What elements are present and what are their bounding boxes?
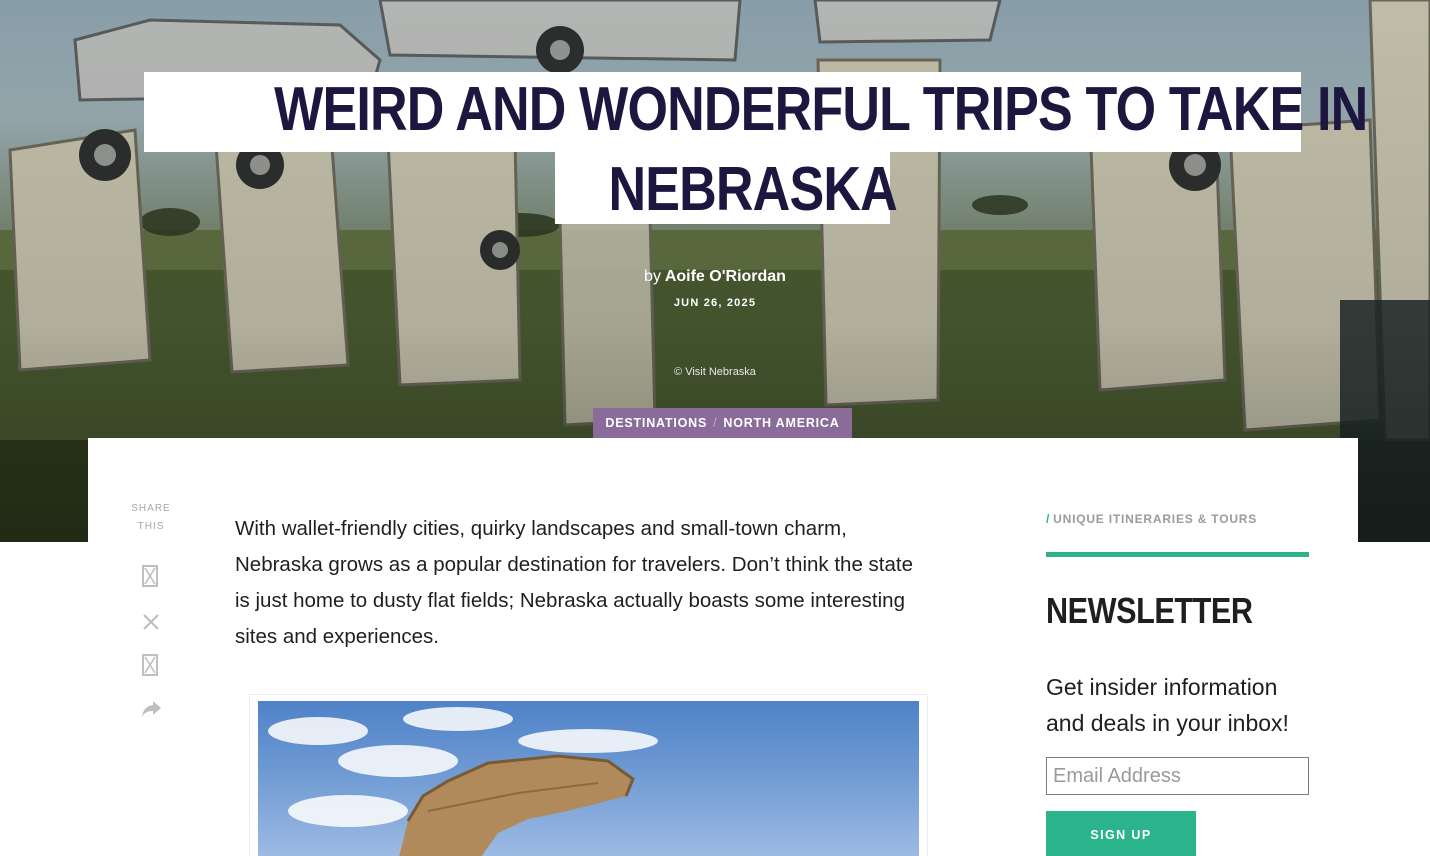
newsletter-title: NEWSLETTER (1046, 590, 1253, 631)
x-twitter-icon[interactable] (139, 610, 163, 634)
rock-formation-photo (268, 707, 658, 856)
category-separator: / (713, 416, 718, 430)
article-intro: With wallet-friendly cities, quirky land… (235, 517, 913, 648)
category-breadcrumb: DESTINATIONS / NORTH AMERICA (593, 408, 852, 438)
sidebar-tag-slash: / (1046, 512, 1051, 526)
pinterest-icon[interactable] (139, 653, 163, 677)
byline-prefix: by (644, 268, 661, 285)
photo-credit: © Visit Nebraska (674, 366, 756, 378)
sign-up-button[interactable]: SIGN UP (1046, 811, 1196, 856)
author-link[interactable]: Aoife O'Riordan (665, 268, 786, 285)
article-title-line-1: WEIRD AND WONDERFUL TRIPS TO TAKE IN (144, 72, 1368, 152)
sidebar-category-link[interactable]: / UNIQUE ITINERARIES & TOURS (1046, 512, 1257, 526)
sidebar-divider (1046, 552, 1309, 557)
newsletter-description: Get insider information and deals in you… (1046, 674, 1289, 736)
article-figure-image (258, 701, 919, 856)
category-destinations-link[interactable]: DESTINATIONS (605, 416, 707, 430)
share-forward-icon[interactable] (139, 697, 163, 721)
article-title-line-2: NEBRASKA (555, 152, 898, 224)
email-address-input[interactable] (1046, 757, 1309, 795)
facebook-icon[interactable] (139, 564, 163, 588)
share-label-line1: SHARE (131, 503, 171, 514)
publish-date: JUN 26, 2025 (673, 297, 757, 309)
sidebar-tag-label: UNIQUE ITINERARIES & TOURS (1053, 512, 1258, 526)
share-bar: SHARE THIS (126, 500, 176, 721)
byline: by Aoife O'Riordan (0, 268, 1430, 286)
share-label-line2: THIS (137, 521, 165, 532)
category-north-america-link[interactable]: NORTH AMERICA (723, 416, 839, 430)
